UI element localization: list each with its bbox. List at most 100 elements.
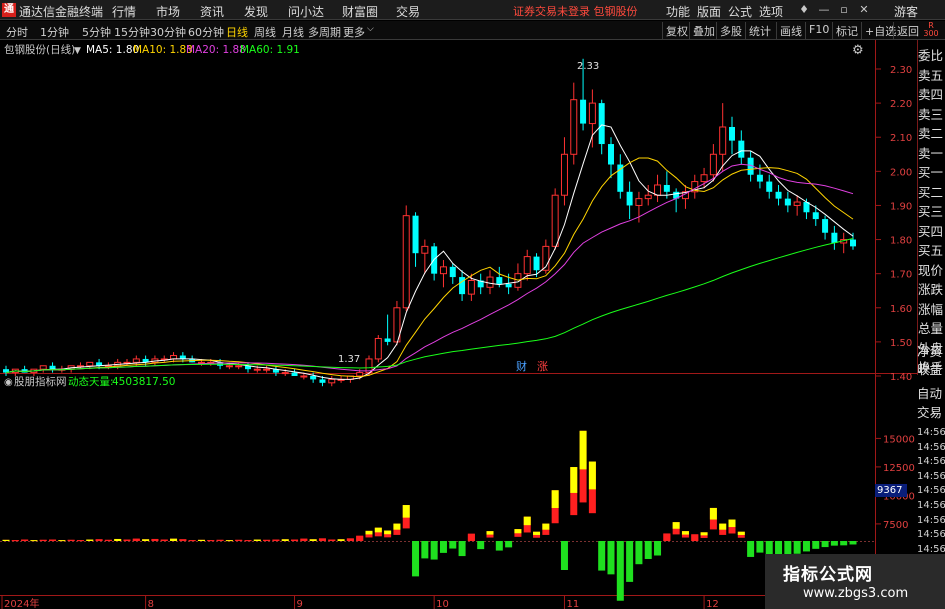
indicator-bar-small (467, 533, 475, 541)
auto-label[interactable]: 自动 (917, 384, 945, 403)
multi-stock-button[interactable]: 多股 (716, 22, 745, 39)
indicator-toggle-icon[interactable]: ◉ (4, 377, 13, 388)
menu-item-formula[interactable]: 公式 (728, 3, 752, 20)
period-tab-30min[interactable]: 30分钟 (150, 24, 186, 40)
menu-item-trade[interactable]: 交易 (396, 3, 420, 20)
close-button[interactable]: ✕ (857, 2, 871, 17)
side-item-earnings[interactable]: 收益 (917, 361, 945, 379)
side-item-sell4[interactable]: 卖四 (918, 85, 945, 105)
back-button[interactable]: 返回 (893, 22, 922, 39)
candle-body (412, 215, 419, 254)
limit-up-marker[interactable]: 涨 (537, 360, 548, 373)
menu-item-news[interactable]: 资讯 (200, 3, 224, 20)
trade-label[interactable]: 交易 (917, 403, 945, 422)
menu-item-wealth-circle[interactable]: 财富圈 (342, 3, 378, 20)
side-item-buy4[interactable]: 买四 (918, 222, 945, 242)
indicator-bar-down (821, 541, 829, 548)
period-tab-daily[interactable]: 日线 (226, 24, 248, 40)
finance-marker[interactable]: 财 (516, 359, 527, 373)
indicator-bar-small (318, 538, 326, 541)
indicator-bar-small (58, 540, 66, 542)
f10-button[interactable]: F10 (805, 22, 832, 39)
mark-button[interactable]: 标记 (832, 22, 861, 39)
price-axis: 2.30 2.20 2.10 2.00 1.90 1.80 1.70 1.60 1.50 1.40 (876, 65, 912, 383)
candle-body (328, 378, 336, 384)
more-chevron-icon[interactable]: ⌵ (367, 24, 374, 34)
side-item-change[interactable]: 涨跌 (918, 280, 945, 300)
date-tick-label: 8 (148, 599, 154, 609)
price-tick-label: 2.30 (890, 65, 912, 76)
period-tab-monthly[interactable]: 月线 (282, 24, 304, 40)
minimize-button[interactable]: — (817, 2, 831, 17)
side-item-net-assets[interactable]: 净资 (917, 343, 945, 361)
candle-body (319, 379, 326, 383)
maximize-button[interactable]: ▫ (837, 2, 851, 17)
period-tab-weekly[interactable]: 周线 (254, 24, 276, 40)
app-title: 通达信金融终端 (19, 5, 104, 19)
indicator-bar-top (523, 516, 531, 526)
adjust-button[interactable]: 复权 (662, 22, 691, 39)
ma5-line (5, 124, 854, 380)
indicator-bar-down (849, 541, 857, 545)
period-tab-multi[interactable]: 多周期 (308, 24, 341, 40)
low-price-label: 1.37 (338, 354, 360, 365)
side-item-sell2[interactable]: 卖二 (918, 124, 945, 144)
menu-item-functions[interactable]: 功能 (666, 3, 690, 20)
side-item-buy1[interactable]: 买一 (918, 163, 945, 183)
ma60-line (5, 238, 854, 374)
side-item-sell5[interactable]: 卖五 (918, 66, 945, 86)
settings-gear-icon[interactable]: ⚙ (852, 43, 864, 58)
menu-item-market[interactable]: 市场 (156, 3, 180, 20)
period-tab-60min[interactable]: 60分钟 (188, 24, 224, 40)
indicator-bar-down (439, 541, 447, 553)
candle-body (850, 239, 856, 247)
indicator-name: 股朋指标网 (14, 375, 67, 388)
indicator-bar-down (477, 541, 485, 550)
side-item-sell3[interactable]: 卖三 (918, 105, 945, 125)
candle-body (812, 212, 819, 220)
period-tab-15min[interactable]: 15分钟 (114, 24, 150, 40)
period-tab-1min[interactable]: 1分钟 (40, 24, 69, 40)
tick-time-list: 14:56 14:56 14:56 14:56 14:56 14:56 14:5… (917, 426, 945, 557)
side-item-buy5[interactable]: 买五 (918, 241, 945, 261)
menu-item-assistant[interactable]: 问小达 (288, 3, 324, 20)
side-item-buy3[interactable]: 买三 (918, 202, 945, 222)
side-item-price[interactable]: 现价 (918, 261, 945, 281)
indicator-bar-small (216, 539, 224, 541)
period-tab-intraday[interactable]: 分时 (6, 24, 28, 40)
indicator-bar-small (244, 540, 252, 542)
stats-button[interactable]: 统计 (745, 22, 774, 39)
menu-item-quotes[interactable]: 行情 (112, 3, 136, 20)
price-tick-label: 2.10 (890, 133, 912, 144)
ma60-label: MA60: 1.91 (240, 44, 300, 56)
menu-item-discover[interactable]: 发现 (244, 3, 268, 20)
draw-line-button[interactable]: 画线 (776, 22, 805, 39)
side-item-order-ratio[interactable]: 委比 (918, 46, 945, 66)
side-item-buy2[interactable]: 买二 (918, 183, 945, 203)
stock-label: 包钢股份(日线) (4, 43, 75, 56)
ma-dropdown-icon[interactable]: ▼ (74, 46, 81, 56)
candle-body (560, 153, 568, 196)
side-item-change-pct[interactable]: 涨幅 (918, 300, 945, 320)
menu-item-options[interactable]: 选项 (759, 3, 783, 20)
indicator-bar-small (309, 539, 317, 541)
menu-item-layout[interactable]: 版面 (697, 3, 721, 20)
indicator-bar-top (681, 531, 689, 535)
indicator-bar-down (607, 541, 615, 575)
indicator-bar-top (374, 527, 382, 533)
candle-body (449, 266, 456, 278)
indicator-bar-top (728, 519, 736, 528)
overlay-button[interactable]: 叠加 (689, 22, 718, 39)
skin-icon[interactable]: ♦ (797, 2, 811, 17)
candle-body (635, 198, 643, 206)
indicator-bar-small (160, 539, 168, 541)
user-guest-label[interactable]: 游客 (894, 3, 918, 20)
side-item-volume[interactable]: 总量 (918, 319, 945, 339)
period-tab-more[interactable]: 更多 (343, 24, 365, 40)
trade-login-warning[interactable]: 证券交易未登录 包钢股份 (513, 3, 638, 19)
indicator-tick-label: 12500 (883, 463, 915, 474)
side-item-sell1[interactable]: 卖一 (918, 144, 945, 164)
period-tab-5min[interactable]: 5分钟 (82, 24, 111, 40)
stock-chart[interactable]: 2.30 2.20 2.10 2.00 1.90 1.80 1.70 1.60 1.50 1.40… (0, 40, 917, 609)
indicator-bar-small (356, 535, 364, 541)
